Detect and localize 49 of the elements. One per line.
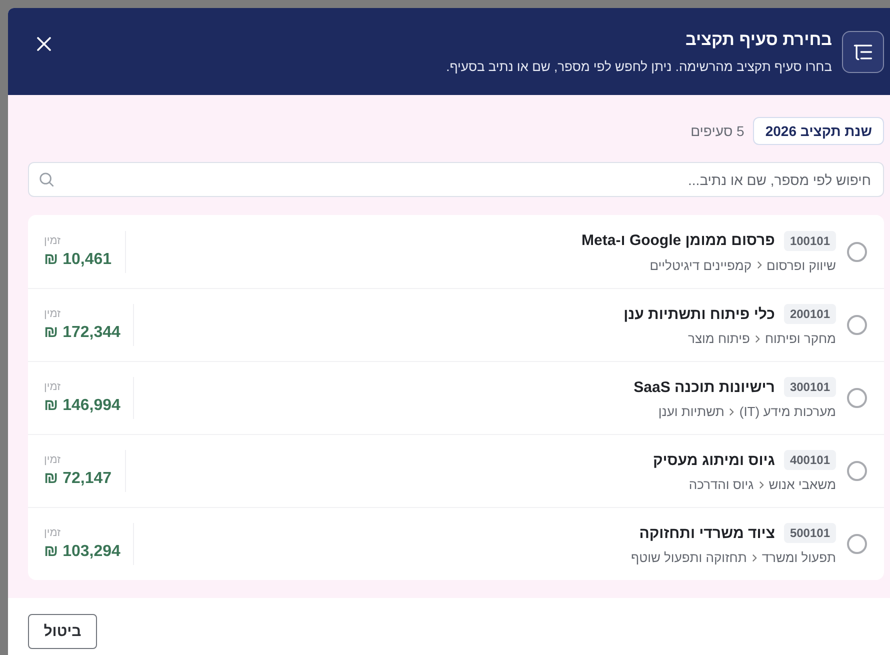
search-field[interactable]: חיפוש לפי מספר, שם או נתיב... bbox=[28, 162, 884, 197]
amount-label: זמין bbox=[44, 234, 61, 246]
item-count: 5 סעיפים bbox=[690, 123, 744, 139]
chevron-icon bbox=[758, 480, 764, 488]
available-amount: 172,344 ₪ bbox=[44, 324, 120, 342]
item-code: 400101 bbox=[784, 450, 836, 470]
item-name: ציוד משרדי ותחזוקה bbox=[639, 524, 775, 542]
category-path-label: גיוס והדרכה bbox=[688, 477, 754, 492]
category-path-label: מערכות מידע (IT) bbox=[739, 404, 836, 419]
dialog-subtitle: בחרו סעיף תקציב מהרשימה. ניתן לחפש לפי מספר, שם או נתיב בסעיף. bbox=[446, 58, 832, 74]
chevron-icon bbox=[729, 408, 734, 416]
list-tree-icon bbox=[842, 30, 884, 72]
amount-label: זמין bbox=[44, 308, 61, 320]
category-path-label: תחזוקה ותפעול שוטף bbox=[630, 550, 747, 565]
available-amount: 10,461 ₪ bbox=[44, 250, 112, 268]
budget-year-chip[interactable]: שנת תקציב 2026 bbox=[753, 117, 884, 145]
category-path-label: קמפיינים דיגיטליים bbox=[650, 258, 752, 272]
chevron-icon bbox=[754, 334, 760, 342]
available-amount: 146,994 ₪ bbox=[44, 397, 120, 415]
item-name: כלי פיתוח ותשתיות ענן bbox=[624, 306, 775, 322]
item-code: 300101 bbox=[784, 377, 836, 397]
close-icon bbox=[37, 37, 51, 51]
chevron-icon bbox=[756, 261, 762, 269]
radio-button[interactable] bbox=[847, 461, 867, 481]
radio-button[interactable] bbox=[847, 534, 867, 554]
search-icon bbox=[39, 172, 54, 187]
category-path-label: שיווק ופרסום bbox=[766, 258, 836, 272]
available-amount: 103,294 ₪ bbox=[44, 543, 120, 561]
category-path-label: תשתיות וענן bbox=[658, 404, 724, 419]
cancel-button[interactable]: ביטול bbox=[28, 614, 97, 649]
available-amount: 72,147 ₪ bbox=[44, 470, 112, 488]
radio-button[interactable] bbox=[847, 315, 867, 335]
category-path-label: תפעול ומשרד bbox=[762, 550, 836, 565]
category-path-label: מחקר ופיתוח bbox=[764, 331, 836, 346]
dialog-title: בחירת סעיף תקציב bbox=[684, 30, 832, 50]
amount-label: זמין bbox=[44, 527, 61, 539]
item-code: 200101 bbox=[784, 304, 836, 324]
category-path-label: פיתוח מוצר bbox=[688, 331, 750, 346]
radio-button[interactable] bbox=[847, 388, 867, 408]
amount-label: זמין bbox=[44, 454, 61, 466]
item-name: פרסום ממומן Google ו-Meta bbox=[582, 232, 775, 249]
chevron-icon bbox=[752, 554, 757, 562]
item-name: גיוס ומיתוג מעסיק bbox=[652, 452, 775, 468]
item-code: 500101 bbox=[784, 523, 836, 543]
amount-label: זמין bbox=[44, 381, 61, 393]
item-code: 100101 bbox=[784, 230, 836, 250]
item-name: רישיונות תוכנה SaaS bbox=[634, 378, 775, 396]
category-path-label: משאבי אנוש bbox=[768, 477, 836, 492]
radio-button[interactable] bbox=[847, 242, 867, 262]
